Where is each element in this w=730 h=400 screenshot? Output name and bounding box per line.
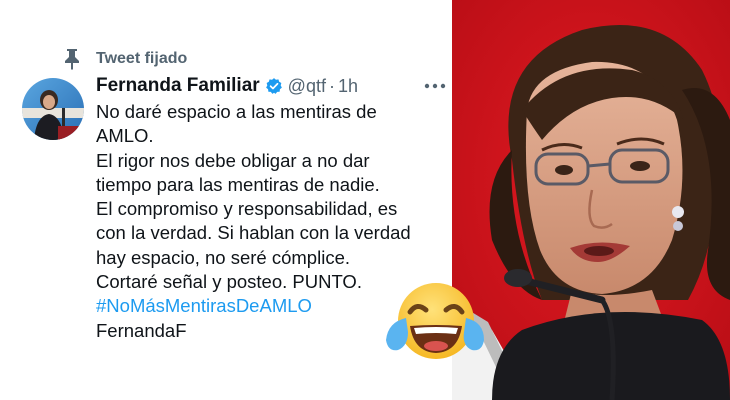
pinned-indicator: Tweet fijado bbox=[62, 48, 187, 70]
tweet-line: hay espacio, no seré cómplice. bbox=[96, 246, 350, 268]
timestamp[interactable]: 1h bbox=[338, 76, 358, 97]
speaker-photo bbox=[452, 0, 730, 400]
face-with-tears-of-joy-emoji bbox=[386, 283, 484, 359]
pinned-label: Tweet fijado bbox=[96, 50, 188, 67]
user-handle[interactable]: @qtf bbox=[288, 76, 326, 97]
tweet-line: con la verdad. Si hablan con la verdad bbox=[96, 222, 411, 244]
separator-dot: · bbox=[328, 75, 335, 96]
display-name[interactable]: Fernanda Familiar bbox=[96, 75, 260, 97]
tweet-line: El rigor nos debe obligar a no dar bbox=[96, 149, 370, 171]
more-options-icon[interactable] bbox=[422, 76, 448, 96]
tweet-line: El compromiso y responsabilidad, es bbox=[96, 198, 398, 220]
avatar[interactable] bbox=[22, 78, 84, 140]
tweet-line: AMLO. bbox=[96, 125, 154, 147]
verified-badge-icon bbox=[265, 78, 282, 94]
tweet-line: No daré espacio a las mentiras de bbox=[96, 101, 377, 122]
avatar-image bbox=[22, 78, 84, 140]
tweet-line: tiempo para las mentiras de nadie. bbox=[96, 173, 380, 195]
woman-speaking-illustration bbox=[452, 0, 730, 400]
pin-icon bbox=[65, 49, 79, 70]
tweet-header: Fernanda Familiar @qtf · 1h bbox=[96, 74, 358, 98]
